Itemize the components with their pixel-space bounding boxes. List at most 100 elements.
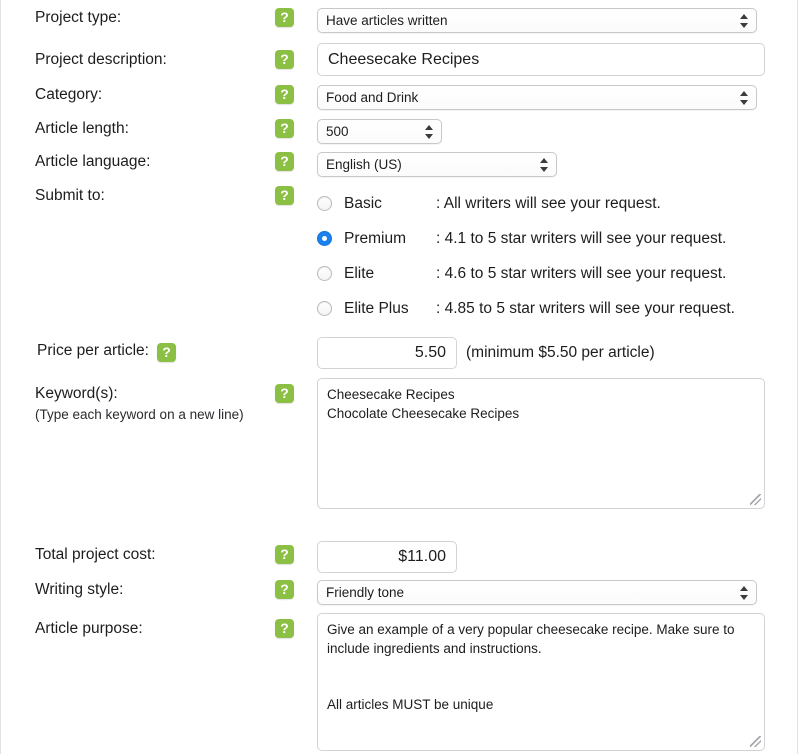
help-icon[interactable]: ? [275, 580, 294, 599]
field-article-language: English (US) [317, 152, 797, 177]
price-minimum-hint: (minimum $5.50 per article) [466, 344, 655, 361]
field-project-type: Have articles written [317, 8, 797, 33]
radio-desc-premium: : 4.1 to 5 star writers will see your re… [436, 229, 727, 247]
writing-style-value: Friendly tone [326, 585, 405, 600]
radio-label-premium: Premium [344, 229, 407, 247]
chevron-updown-icon [540, 157, 549, 173]
form-row-article-length: Article length: ? 500 [1, 119, 797, 144]
help-icon[interactable]: ? [156, 343, 176, 362]
help-icon[interactable]: ? [275, 8, 294, 27]
help-icon[interactable]: ? [275, 50, 294, 69]
help-icon[interactable]: ? [275, 545, 294, 564]
radio-basic[interactable] [317, 196, 332, 211]
article-language-select[interactable]: English (US) [317, 152, 557, 177]
chevron-updown-icon [740, 90, 749, 106]
radio-elite-plus[interactable] [317, 301, 332, 316]
help-cell-category: ? [273, 85, 317, 104]
form-row-total-project-cost: Total project cost: ? $11.00 [1, 541, 797, 573]
field-total-project-cost: $11.00 [317, 541, 797, 573]
radio-desc-elite: : 4.6 to 5 star writers will see your re… [436, 264, 727, 282]
keywords-textarea[interactable]: Cheesecake Recipes Chocolate Cheesecake … [317, 378, 765, 509]
form-row-keywords: Keyword(s): (Type each keyword on a new … [1, 378, 797, 509]
writing-style-select[interactable]: Friendly tone [317, 580, 757, 605]
form-row-price-per-article: Price per article: ? 5.50 (minimum $5.50… [1, 337, 797, 369]
label-price-per-article: Price per article: ? [1, 337, 273, 362]
label-text: Article language: [35, 153, 151, 170]
label-text: Article length: [35, 120, 129, 137]
label-text: Price per article: [37, 342, 149, 359]
form-row-category: Category: ? Food and Drink [1, 85, 797, 110]
radio-option-basic[interactable]: Basic : All writers will see your reques… [317, 186, 735, 221]
article-length-value: 500 [326, 124, 349, 139]
radio-label-basic: Basic [344, 194, 382, 212]
label-text: Category: [35, 86, 103, 103]
help-icon[interactable]: ? [275, 152, 294, 171]
project-description-input[interactable]: Cheesecake Recipes [317, 43, 765, 76]
label-text: Total project cost: [35, 546, 156, 563]
field-article-length: 500 [317, 119, 797, 144]
field-keywords: Cheesecake Recipes Chocolate Cheesecake … [317, 378, 797, 509]
label-total-project-cost: Total project cost: [1, 541, 273, 565]
total-project-cost-value: $11.00 [317, 541, 457, 573]
label-project-type: Project type: [1, 8, 273, 28]
help-icon[interactable]: ? [275, 619, 294, 638]
label-text: Article purpose: [35, 620, 143, 637]
chevron-updown-icon [425, 124, 434, 140]
project-form-page: Project type: ? Have articles written Pr… [0, 0, 798, 754]
form-row-writing-style: Writing style: ? Friendly tone [1, 580, 797, 605]
help-cell-project-description: ? [273, 43, 317, 69]
help-cell-article-language: ? [273, 152, 317, 171]
field-project-description: Cheesecake Recipes [317, 43, 797, 76]
form-row-project-type: Project type: ? Have articles written [1, 8, 797, 33]
chevron-updown-icon [740, 585, 749, 601]
help-icon[interactable]: ? [275, 119, 294, 138]
radio-label-elite: Elite [344, 264, 375, 282]
help-cell-article-purpose: ? [273, 613, 317, 638]
label-text: Keyword(s): [35, 385, 118, 402]
help-cell-keywords: ? [273, 378, 317, 403]
help-icon[interactable]: ? [275, 384, 294, 403]
category-select[interactable]: Food and Drink [317, 85, 757, 110]
form-row-article-purpose: Article purpose: ? Give an example of a … [1, 613, 797, 751]
form-row-project-description: Project description: ? Cheesecake Recipe… [1, 43, 797, 76]
label-text: Project description: [35, 51, 167, 68]
field-category: Food and Drink [317, 85, 797, 110]
submit-to-radio-group: Basic : All writers will see your reques… [317, 186, 735, 326]
label-submit-to: Submit to: [1, 186, 273, 206]
help-icon[interactable]: ? [275, 186, 294, 205]
form-row-article-language: Article language: ? English (US) [1, 152, 797, 177]
help-cell-writing-style: ? [273, 580, 317, 599]
article-length-select[interactable]: 500 [317, 119, 442, 144]
label-article-language: Article language: [1, 152, 273, 172]
project-type-select[interactable]: Have articles written [317, 8, 757, 33]
radio-option-elite[interactable]: Elite : 4.6 to 5 star writers will see y… [317, 256, 735, 291]
label-project-description: Project description: [1, 43, 273, 70]
radio-option-elite-plus[interactable]: Elite Plus : 4.85 to 5 star writers will… [317, 291, 735, 326]
chevron-updown-icon [740, 13, 749, 29]
category-value: Food and Drink [326, 90, 419, 105]
help-cell-total-project-cost: ? [273, 541, 317, 564]
help-cell-article-length: ? [273, 119, 317, 138]
label-text: Submit to: [35, 187, 105, 204]
radio-desc-elite-plus: : 4.85 to 5 star writers will see your r… [436, 299, 735, 317]
help-cell-submit-to: ? [273, 186, 317, 205]
label-keywords: Keyword(s): (Type each keyword on a new … [1, 378, 273, 424]
price-per-article-input[interactable]: 5.50 [317, 337, 457, 369]
label-writing-style: Writing style: [1, 580, 273, 600]
radio-option-premium[interactable]: Premium : 4.1 to 5 star writers will see… [317, 221, 735, 256]
field-article-purpose: Give an example of a very popular cheese… [317, 613, 797, 751]
field-submit-to: Basic : All writers will see your reques… [317, 186, 797, 326]
radio-elite[interactable] [317, 266, 332, 281]
radio-desc-basic: : All writers will see your request. [436, 194, 661, 212]
label-text: Project type: [35, 9, 122, 26]
project-type-value: Have articles written [326, 13, 448, 28]
article-purpose-textarea[interactable]: Give an example of a very popular cheese… [317, 613, 765, 751]
help-cell-project-type: ? [273, 8, 317, 27]
label-article-length: Article length: [1, 119, 273, 139]
help-icon[interactable]: ? [275, 85, 294, 104]
field-writing-style: Friendly tone [317, 580, 797, 605]
label-text: Writing style: [35, 581, 124, 598]
radio-premium[interactable] [317, 231, 332, 246]
label-category: Category: [1, 85, 273, 105]
field-price-per-article: 5.50 (minimum $5.50 per article) [317, 337, 797, 369]
